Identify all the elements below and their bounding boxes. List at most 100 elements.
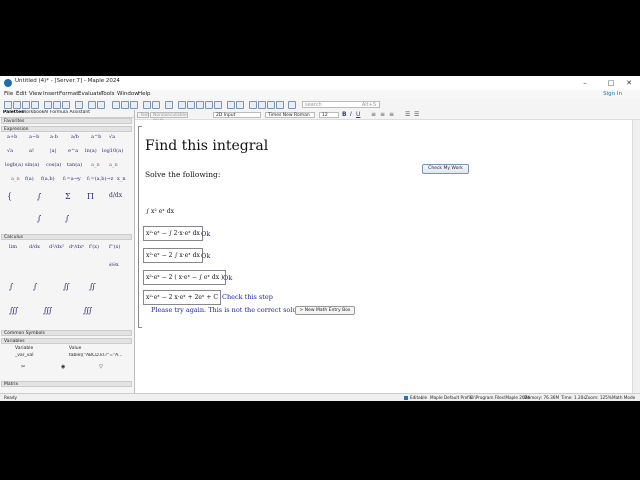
new-math-entry-box-button[interactable]: > New Math Entry Box [295,306,355,315]
palette-item[interactable]: tan(a) [67,162,82,168]
palette-item[interactable]: a_n [91,162,100,168]
double-integral-icon[interactable]: ∬ [89,282,96,291]
section-variables[interactable]: Variables [1,338,132,344]
text-mode-button[interactable]: Text [137,111,149,118]
bullet-list-icon[interactable]: ☰ [405,111,410,118]
triple-integral-icon[interactable]: ∭ [9,306,18,315]
section-matrix[interactable]: Matrix [1,381,132,387]
integral-icon[interactable]: ∫ [9,282,13,291]
menu-evaluate[interactable]: Evaluate [78,91,102,97]
hide-variables-icon[interactable]: ◉ [61,364,65,370]
paste-icon[interactable] [62,101,70,109]
palette-item[interactable]: log10(a) [102,148,123,154]
menu-file[interactable]: File [4,91,13,97]
check-my-work-button[interactable]: Check My Work [422,164,469,174]
problem-expression[interactable]: ∫ x² eˣ dx [143,204,177,219]
search-input[interactable]: search Alt+S [302,100,380,108]
derivative-icon[interactable]: d/dx [109,192,122,199]
insert-math-icon[interactable] [121,101,129,109]
palette-item[interactable]: lim [9,244,17,250]
text-mode-icon[interactable] [75,101,83,109]
section-common-symbols[interactable]: Common Symbols [1,330,132,336]
zoom-in-icon[interactable] [258,101,266,109]
variable-name[interactable]: _var_val [15,353,33,358]
palette-item[interactable]: a·b [50,134,58,140]
palette-item[interactable]: d/dx [29,244,40,250]
font-size-select[interactable]: 12 [319,111,339,118]
palette-item[interactable]: √a [7,148,13,154]
save-icon[interactable] [22,101,30,109]
zoom-out-icon[interactable] [249,101,257,109]
redo-icon[interactable] [97,101,105,109]
stop-icon[interactable] [196,101,204,109]
menu-help[interactable]: Help [138,91,151,97]
section-calculus[interactable]: Calculus [1,234,132,240]
tab-ai-formula-assistant[interactable]: AI Formula Assistant [44,110,90,115]
variable-value[interactable]: table(["ABCD.kl.r"="A... [69,353,125,358]
copy-icon[interactable] [53,101,61,109]
integral-icon[interactable]: ∫ [33,282,37,291]
italic-icon[interactable]: I [350,111,352,118]
palette-item[interactable]: x_n [117,176,126,182]
font-select[interactable]: Times New Roman [265,111,315,118]
palette-item[interactable]: a_n [109,162,118,168]
align-center-icon[interactable]: ≡ [380,111,385,118]
definite-integral-icon[interactable]: ∫ [65,214,69,223]
outdent-icon[interactable] [152,101,160,109]
sum-icon[interactable]: Σ [65,192,71,201]
palette-item[interactable]: e^a [68,148,78,154]
info-icon[interactable] [288,101,296,109]
math-entry-box[interactable]: x²·eˣ − ∫ 2·x·eˣ dx [143,226,203,241]
print-icon[interactable] [31,101,39,109]
palette-item[interactable]: f''(x) [109,244,120,250]
execution-group-icon[interactable] [130,101,138,109]
link-icon[interactable] [236,101,244,109]
palette-item[interactable]: a! [29,148,34,154]
math-entry-box[interactable]: x²·eˣ − 2 ( x·eˣ − ∫ eˣ dx ) [143,270,227,285]
expand-section-icon[interactable] [165,101,173,109]
section-expression[interactable]: Expression [1,126,132,132]
palette-item[interactable]: √a [109,134,115,140]
minimize-button[interactable]: – [574,76,596,90]
piecewise-icon[interactable]: { [7,192,12,201]
insert-text-icon[interactable] [112,101,120,109]
palette-item[interactable]: a−b [29,134,39,140]
filter-variables-icon[interactable]: ✂ [21,364,25,370]
palette-item[interactable]: f(a,b) [41,176,55,182]
undo-icon[interactable] [88,101,96,109]
menu-window[interactable]: Window [117,91,139,97]
palette-item[interactable]: a+b [7,134,17,140]
palette-item[interactable]: f:=(a,b)→z [87,176,113,182]
palette-item[interactable]: d²/dx² [49,244,64,250]
menu-insert[interactable]: Insert [43,91,59,97]
triple-integral-icon[interactable]: ∭ [43,306,52,315]
palette-item[interactable]: ln(a) [85,148,97,154]
zoom-fit-icon[interactable] [267,101,275,109]
vertical-scrollbar[interactable] [632,120,640,393]
palette-item[interactable]: dⁿ/dxⁿ [69,244,84,250]
math-entry-box[interactable]: x²·eˣ − 2 x·eˣ + 2eˣ + C [143,290,221,305]
double-integral-icon[interactable]: ∬ [63,282,70,291]
tab-palettes[interactable]: Palettes [3,110,24,115]
underline-icon[interactable]: U [356,111,360,118]
style-select[interactable]: 2D Input [213,111,261,118]
palette-item[interactable]: ∂/∂x [109,262,119,268]
product-icon[interactable]: Π [87,192,94,201]
close-button[interactable]: ✕ [618,76,640,90]
open-icon[interactable] [13,101,21,109]
tab-workbook[interactable]: Workbook [22,110,44,115]
palette-item[interactable]: a^b [91,134,101,140]
sign-in-link[interactable]: Sign In [603,91,622,97]
menu-format[interactable]: Format [59,91,78,97]
palette-item[interactable]: f:=a→y [63,176,81,182]
palette-item[interactable]: cos(a) [46,162,61,168]
bookmark-icon[interactable] [227,101,235,109]
palette-item[interactable]: a/b [71,134,79,140]
debug-icon[interactable] [214,101,222,109]
menu-edit[interactable]: Edit [16,91,27,97]
triple-integral-icon[interactable]: ∭ [83,306,92,315]
document-area[interactable]: Find this integral Solve the following: … [135,120,632,393]
palette-item[interactable]: a_n [11,176,20,182]
palette-item[interactable]: |a| [50,148,56,154]
help-icon[interactable] [276,101,284,109]
